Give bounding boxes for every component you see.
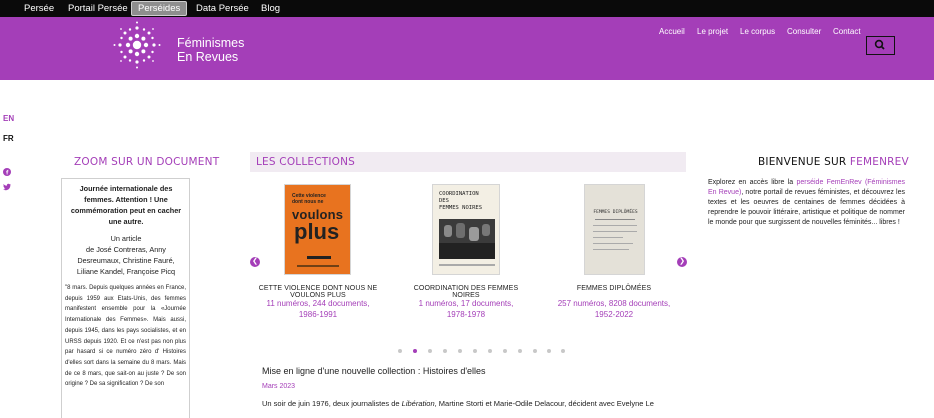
nav-le-corpus[interactable]: Le corpus xyxy=(740,27,775,36)
collection-stats-2: 1 numéros, 17 documents, xyxy=(418,299,514,308)
zoom-doc-authors: de José Contreras, Anny Desreumaux, Chri… xyxy=(76,245,176,276)
chevron-left-icon: ❮ xyxy=(252,258,258,265)
carousel-dot[interactable] xyxy=(547,349,551,353)
news-body: Un soir de juin 1976, deux journalistes … xyxy=(262,399,654,408)
site-header: Féminismes En Revues Accueil Le projet L… xyxy=(0,17,934,80)
cover-3-line-1: FEMMES DIPLÔMÉES xyxy=(593,210,638,215)
collections-header: LES COLLECTIONS xyxy=(250,152,686,172)
search-button[interactable] xyxy=(866,36,895,55)
chevron-right-icon: ❯ xyxy=(679,258,685,265)
collection-years-3: 1952-2022 xyxy=(594,310,634,319)
logo-icon[interactable] xyxy=(112,20,162,70)
cover-1-line-4: plus xyxy=(294,219,340,244)
carousel-dot[interactable] xyxy=(428,349,432,353)
lang-en[interactable]: EN xyxy=(3,114,14,123)
zoom-doc-type: Un article xyxy=(110,234,142,243)
cover-1-line-2: dont nous ne xyxy=(292,199,324,205)
carousel-dot-active[interactable] xyxy=(413,349,417,353)
nav-accueil[interactable]: Accueil xyxy=(659,27,685,36)
brand-name[interactable]: Féminismes En Revues xyxy=(177,36,244,64)
zoom-doc-excerpt: "8 mars. Depuis quelques années en Franc… xyxy=(65,285,186,388)
news-title[interactable]: Mise en ligne d'une nouvelle collection … xyxy=(262,366,486,376)
collection-name-2[interactable]: COORDINATION DES FEMMES NOIRES xyxy=(400,285,532,299)
carousel-dot[interactable] xyxy=(533,349,537,353)
collection-years-2: 1978-1978 xyxy=(446,310,486,319)
collection-stats-1: 11 numéros, 244 documents, xyxy=(266,299,370,308)
nav-contact[interactable]: Contact xyxy=(833,27,861,36)
news-body-post: , Martine Storti et Marie-Odile Delacour… xyxy=(434,399,654,408)
collection-cover-3[interactable]: FEMMES DIPLÔMÉES xyxy=(584,184,645,275)
collection-cover-2[interactable]: COORDINATION DES FEMMES NOIRES xyxy=(432,184,500,275)
search-icon xyxy=(874,39,885,50)
news-date: Mars 2023 xyxy=(262,383,296,390)
nav-consulter[interactable]: Consulter xyxy=(787,27,821,36)
nav-le-projet[interactable]: Le projet xyxy=(697,27,728,36)
collection-name-1[interactable]: CETTE VIOLENCE DONT NOUS NE VOULONS PLUS xyxy=(252,285,384,299)
zoom-card[interactable]: Journée internationale des femmes. Atten… xyxy=(61,178,190,418)
carousel-dot[interactable] xyxy=(473,349,477,353)
news-body-pre: Un soir de juin 1976, deux journalistes … xyxy=(262,399,402,408)
cover-2-line-2: DES xyxy=(439,198,449,204)
top-bar: Persée Portail Persée Perséides Data Per… xyxy=(0,0,934,17)
collections-title: LES COLLECTIONS xyxy=(256,156,356,168)
carousel-dot[interactable] xyxy=(518,349,522,353)
cover-2-line-3: FEMMES NOIRES xyxy=(439,205,483,211)
news-body-italic: Libération xyxy=(401,399,435,408)
zoom-doc-title[interactable]: Journée internationale des femmes. Atten… xyxy=(68,183,184,227)
carousel-prev-button[interactable]: ❮ xyxy=(250,257,260,267)
tab-data-persee[interactable]: Data Persée xyxy=(190,1,255,16)
cover-2-line-1: COORDINATION xyxy=(439,191,479,197)
carousel-dot[interactable] xyxy=(443,349,447,353)
welcome-title-prefix: BIENVENUE SUR xyxy=(758,156,850,168)
cover-2-photo xyxy=(439,219,495,259)
carousel-next-button[interactable]: ❯ xyxy=(677,257,687,267)
welcome-text-pre: Explorez en accès libre la xyxy=(708,179,797,186)
carousel-dot[interactable] xyxy=(488,349,492,353)
carousel-dot[interactable] xyxy=(561,349,565,353)
brand-line-1: Féminismes xyxy=(177,36,245,50)
carousel-dot[interactable] xyxy=(503,349,507,353)
zoom-title: ZOOM SUR UN DOCUMENT xyxy=(74,156,220,168)
collection-stats-3: 257 numéros, 8208 documents, xyxy=(557,299,671,308)
carousel-dot[interactable] xyxy=(398,349,402,353)
welcome-title-brand: FEMENREV xyxy=(849,156,909,168)
tab-perseides[interactable]: Perséides xyxy=(131,1,188,16)
collection-cover-1[interactable]: Cette violence dont nous ne voulons plus xyxy=(284,184,351,275)
collection-name-3[interactable]: FEMMES DIPLÔMÉES xyxy=(548,285,680,292)
tab-persee[interactable]: Persée xyxy=(18,1,60,16)
tab-portail-persee[interactable]: Portail Persée xyxy=(62,1,134,16)
brand-line-2: En Revues xyxy=(177,50,239,64)
welcome-title: BIENVENUE SUR FEMENREV xyxy=(758,156,909,168)
tab-blog[interactable]: Blog xyxy=(255,1,286,16)
collection-years-1: 1986-1991 xyxy=(298,310,338,319)
welcome-text: Explorez en accès libre la perséide FemE… xyxy=(708,178,905,228)
twitter-icon[interactable] xyxy=(3,183,11,191)
facebook-icon[interactable] xyxy=(3,168,11,176)
lang-fr[interactable]: FR xyxy=(3,134,14,143)
carousel-dot[interactable] xyxy=(458,349,462,353)
